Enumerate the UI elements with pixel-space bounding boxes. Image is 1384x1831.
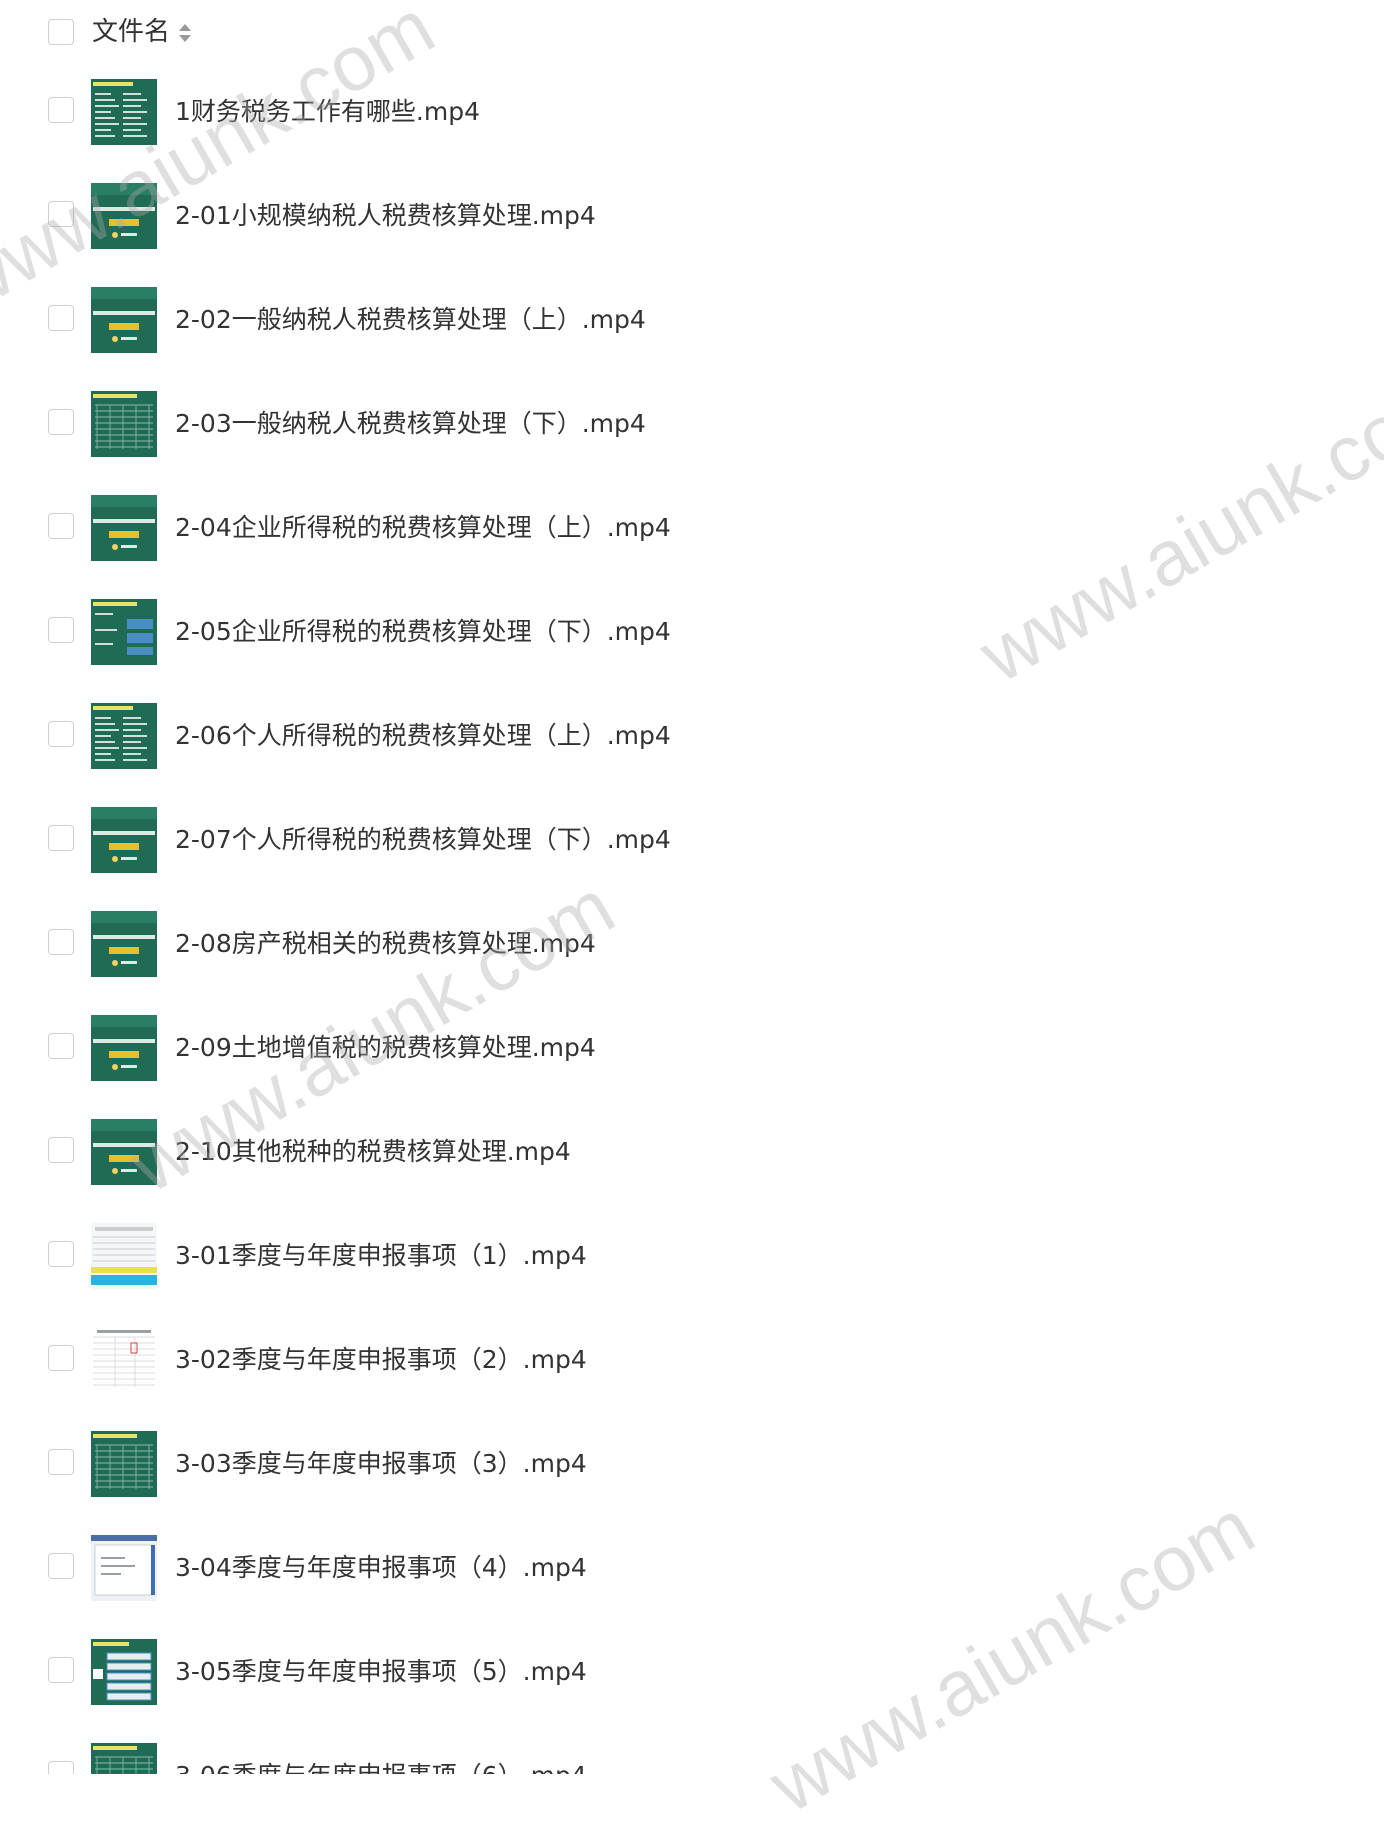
file-name[interactable]: 2-08房产税相关的税费核算处理.mp4 [175,926,596,962]
file-row[interactable]: 3-04季度与年度申报事项（4）.mp4 [0,1520,1384,1624]
video-thumbnail[interactable] [91,911,157,977]
file-name[interactable]: 2-03一般纳税人税费核算处理（下）.mp4 [175,406,646,442]
file-name[interactable]: 3-04季度与年度申报事项（4）.mp4 [175,1550,587,1586]
file-row[interactable]: 3-05季度与年度申报事项（5）.mp4 [0,1624,1384,1728]
sort-up-down-icon[interactable] [178,21,192,45]
file-checkbox[interactable] [48,617,74,643]
file-checkbox[interactable] [48,1345,74,1371]
file-name[interactable]: 3-06季度与年度申报事项（6）.mp4 [175,1758,587,1774]
file-checkbox[interactable] [48,1241,74,1267]
file-row[interactable]: 3-03季度与年度申报事项（3）.mp4 [0,1416,1384,1520]
file-list: 文件名 1财务税务工作有哪些.mp4 2-01小规模纳税人税费核算处理.mp4 2-… [0,0,1384,1774]
file-name[interactable]: 3-01季度与年度申报事项（1）.mp4 [175,1238,587,1274]
video-thumbnail[interactable] [91,599,157,665]
file-name[interactable]: 2-02一般纳税人税费核算处理（上）.mp4 [175,302,646,338]
video-thumbnail[interactable] [91,1015,157,1081]
file-checkbox[interactable] [48,305,74,331]
file-name[interactable]: 2-06个人所得税的税费核算处理（上）.mp4 [175,718,671,754]
file-checkbox[interactable] [48,1657,74,1683]
file-name[interactable]: 3-05季度与年度申报事项（5）.mp4 [175,1654,587,1690]
file-checkbox[interactable] [48,97,74,123]
file-checkbox[interactable] [48,929,74,955]
file-row[interactable]: 3-02季度与年度申报事项（2）.mp4 [0,1312,1384,1416]
file-row[interactable]: 2-01小规模纳税人税费核算处理.mp4 [0,168,1384,272]
file-checkbox[interactable] [48,1553,74,1579]
file-name[interactable]: 2-05企业所得税的税费核算处理（下）.mp4 [175,614,671,650]
file-checkbox[interactable] [48,1761,74,1774]
file-name[interactable]: 2-04企业所得税的税费核算处理（上）.mp4 [175,510,671,546]
file-checkbox[interactable] [48,409,74,435]
video-thumbnail[interactable] [91,1119,157,1185]
file-row[interactable]: 3-06季度与年度申报事项（6）.mp4 [0,1728,1384,1774]
file-row[interactable]: 2-04企业所得税的税费核算处理（上）.mp4 [0,480,1384,584]
video-thumbnail[interactable] [91,1327,157,1393]
column-header-filename[interactable]: 文件名 [92,14,170,50]
file-checkbox[interactable] [48,825,74,851]
file-row[interactable]: 2-02一般纳税人税费核算处理（上）.mp4 [0,272,1384,376]
file-row[interactable]: 2-09土地增值税的税费核算处理.mp4 [0,1000,1384,1104]
file-name[interactable]: 2-07个人所得税的税费核算处理（下）.mp4 [175,822,671,858]
file-checkbox[interactable] [48,201,74,227]
select-all-checkbox[interactable] [48,19,74,45]
file-checkbox[interactable] [48,1033,74,1059]
file-checkbox[interactable] [48,1449,74,1475]
video-thumbnail[interactable] [91,183,157,249]
file-name[interactable]: 2-01小规模纳税人税费核算处理.mp4 [175,198,596,234]
video-thumbnail[interactable] [91,391,157,457]
list-header: 文件名 [0,0,1384,64]
file-name[interactable]: 2-10其他税种的税费核算处理.mp4 [175,1134,571,1170]
video-thumbnail[interactable] [91,703,157,769]
video-thumbnail[interactable] [91,1223,157,1289]
video-thumbnail[interactable] [91,1743,157,1774]
file-row[interactable]: 2-08房产税相关的税费核算处理.mp4 [0,896,1384,1000]
file-name[interactable]: 3-02季度与年度申报事项（2）.mp4 [175,1342,587,1378]
file-checkbox[interactable] [48,1137,74,1163]
file-row[interactable]: 1财务税务工作有哪些.mp4 [0,64,1384,168]
file-name[interactable]: 1财务税务工作有哪些.mp4 [175,94,480,130]
file-row[interactable]: 2-03一般纳税人税费核算处理（下）.mp4 [0,376,1384,480]
file-name[interactable]: 2-09土地增值税的税费核算处理.mp4 [175,1030,596,1066]
file-checkbox[interactable] [48,513,74,539]
file-name[interactable]: 3-03季度与年度申报事项（3）.mp4 [175,1446,587,1482]
video-thumbnail[interactable] [91,1639,157,1705]
file-row[interactable]: 2-05企业所得税的税费核算处理（下）.mp4 [0,584,1384,688]
file-checkbox[interactable] [48,721,74,747]
video-thumbnail[interactable] [91,1535,157,1601]
video-thumbnail[interactable] [91,495,157,561]
video-thumbnail[interactable] [91,287,157,353]
video-thumbnail[interactable] [91,807,157,873]
file-row[interactable]: 2-10其他税种的税费核算处理.mp4 [0,1104,1384,1208]
video-thumbnail[interactable] [91,1431,157,1497]
video-thumbnail[interactable] [91,79,157,145]
file-row[interactable]: 2-07个人所得税的税费核算处理（下）.mp4 [0,792,1384,896]
file-row[interactable]: 3-01季度与年度申报事项（1）.mp4 [0,1208,1384,1312]
file-row[interactable]: 2-06个人所得税的税费核算处理（上）.mp4 [0,688,1384,792]
